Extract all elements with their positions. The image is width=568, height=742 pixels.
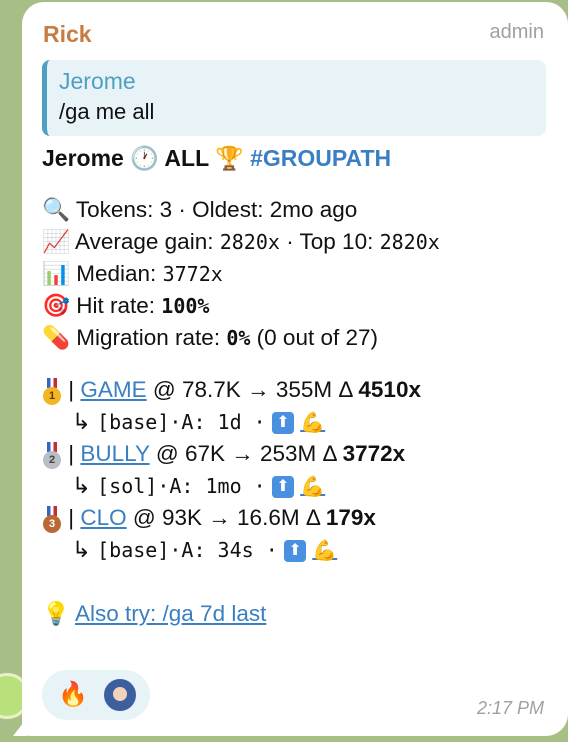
magnifier-icon: 🔍 xyxy=(42,197,71,222)
up-arrow-icon[interactable]: ⬆ xyxy=(271,476,294,499)
token-entry: @ 78.7K xyxy=(146,377,248,402)
delta-icon: Δ xyxy=(305,505,326,530)
stat-label: Hit rate: xyxy=(76,293,162,318)
reactions-bar[interactable]: 🔥 xyxy=(42,670,150,720)
up-arrow-icon[interactable]: ⬆ xyxy=(271,412,294,435)
clock-icon: 🕐 xyxy=(130,145,159,171)
reactor-avatar[interactable] xyxy=(102,677,138,713)
reply-text: /ga me all xyxy=(59,99,155,124)
token-multiplier: 179x xyxy=(325,505,376,530)
token-current: 253M xyxy=(253,441,323,466)
stat-value: 3772x xyxy=(162,262,223,286)
token-row: 3 | CLO @ 93K → 16.6M Δ 179x xyxy=(42,502,562,534)
token-entry: @ 93K xyxy=(126,505,209,530)
flexed-biceps-icon[interactable]: 💪 xyxy=(300,407,325,439)
token-entry: @ 67K xyxy=(149,441,232,466)
token-link-bully[interactable]: BULLY xyxy=(80,441,149,466)
stat-tokens-text: Tokens: 3 · Oldest: 2mo ago xyxy=(75,197,358,222)
stat-suffix: (0 out of 27) xyxy=(250,325,378,350)
reply-author: Jerome xyxy=(59,68,136,94)
gold-medal-icon: 1 xyxy=(42,376,62,406)
stat-value: 0% xyxy=(226,326,251,350)
sub-arrow-icon: ↳ xyxy=(72,473,91,498)
bubble-tail xyxy=(13,718,27,736)
delta-icon: Δ xyxy=(338,377,359,402)
fire-reaction-icon[interactable]: 🔥 xyxy=(58,680,88,709)
flexed-biceps-icon[interactable]: 💪 xyxy=(312,535,337,567)
stat-value: 2820x xyxy=(379,230,440,254)
silver-medal-icon: 2 xyxy=(42,440,62,470)
token-chain-age: [sol]·A: 1mo · xyxy=(97,474,266,498)
token-subline: ↳ [base]·A: 34s · ⬆ 💪 xyxy=(42,534,562,566)
hashtag-link[interactable]: #GROUPATH xyxy=(250,145,391,171)
rank-separator: | xyxy=(68,377,75,402)
token-multiplier: 4510x xyxy=(358,377,421,402)
token-row: 1 | GAME @ 78.7K → 355M Δ 4510x xyxy=(42,374,562,406)
rank-separator: | xyxy=(68,505,75,530)
lightbulb-icon: 💡 xyxy=(42,601,71,626)
sender-role-badge: admin xyxy=(489,21,544,43)
token-subline: ↳ [base]·A: 1d · ⬆ 💪 xyxy=(42,406,562,438)
message-body: Jerome 🕐 ALL 🏆 #GROUPATH 🔍 Tokens: 3 · O… xyxy=(42,142,562,630)
token-chain-age: [base]·A: 34s · xyxy=(97,538,278,562)
stat-label: Average gain: xyxy=(75,229,220,254)
summary-header: Jerome 🕐 ALL 🏆 #GROUPATH xyxy=(42,142,562,174)
pill-icon: 💊 xyxy=(42,325,71,350)
stat-average-gain: 📈 Average gain: 2820x · Top 10: 2820x xyxy=(42,226,562,258)
also-try-link[interactable]: Also try: /ga 7d last xyxy=(75,601,266,626)
token-current: 355M xyxy=(269,377,339,402)
sub-arrow-icon: ↳ xyxy=(72,409,91,434)
header-name: Jerome xyxy=(42,145,124,171)
flexed-biceps-icon[interactable]: 💪 xyxy=(300,471,325,503)
sender-name[interactable]: Rick xyxy=(43,21,92,48)
token-multiplier: 3772x xyxy=(342,441,406,466)
arrow-icon: → xyxy=(208,505,231,530)
stat-median: 📊 Median: 3772x xyxy=(42,258,562,290)
target-icon: 🎯 xyxy=(42,293,71,318)
stat-value: 100% xyxy=(161,294,210,318)
stat-label: Migration rate: xyxy=(76,325,227,350)
stat-label: Median: xyxy=(76,261,163,286)
token-link-game[interactable]: GAME xyxy=(80,377,146,402)
sub-arrow-icon: ↳ xyxy=(72,537,91,562)
stat-label: · Top 10: xyxy=(279,229,380,254)
reply-quote[interactable]: Jerome /ga me all xyxy=(42,60,546,136)
arrow-icon: → xyxy=(231,441,254,466)
token-current: 16.6M xyxy=(230,505,306,530)
token-link-clo[interactable]: CLO xyxy=(80,505,126,530)
stat-value: 2820x xyxy=(219,230,280,254)
header-scope: ALL xyxy=(164,145,209,171)
up-arrow-icon[interactable]: ⬆ xyxy=(284,540,307,563)
message-bubble[interactable]: Rick admin Jerome /ga me all Jerome 🕐 AL… xyxy=(22,2,568,736)
rank-separator: | xyxy=(68,441,75,466)
arrow-icon: → xyxy=(247,377,270,402)
stat-hit-rate: 🎯 Hit rate: 100% xyxy=(42,290,562,322)
stat-tokens: 🔍 Tokens: 3 · Oldest: 2mo ago xyxy=(42,194,562,226)
also-try-line: 💡 Also try: /ga 7d last xyxy=(42,598,562,630)
stat-migration-rate: 💊 Migration rate: 0% (0 out of 27) xyxy=(42,322,562,354)
bar-chart-icon: 📊 xyxy=(42,261,71,286)
token-chain-age: [base]·A: 1d · xyxy=(97,410,266,434)
trophy-icon: 🏆 xyxy=(215,145,244,171)
delta-icon: Δ xyxy=(322,441,343,466)
token-row: 2 | BULLY @ 67K → 253M Δ 3772x xyxy=(42,438,562,470)
message-timestamp: 2:17 PM xyxy=(476,698,544,718)
chart-up-icon: 📈 xyxy=(42,229,71,254)
token-subline: ↳ [sol]·A: 1mo · ⬆ 💪 xyxy=(42,470,562,502)
bronze-medal-icon: 3 xyxy=(42,504,62,534)
